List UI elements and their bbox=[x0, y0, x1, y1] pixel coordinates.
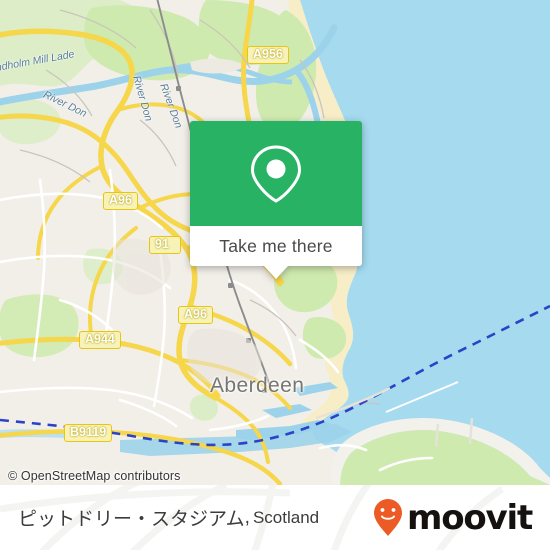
footer-place-name: ピットドリー・スタジアム bbox=[18, 509, 245, 530]
moovit-wordmark: moovit bbox=[406, 497, 533, 538]
popup-card-tail bbox=[264, 266, 288, 279]
map-label-aberdeen: Aberdeen bbox=[210, 374, 305, 397]
road-shield-b9119[interactable]: B9119 bbox=[64, 424, 113, 442]
footer-bar: ピットドリー・スタジアム, Scotland moovit bbox=[0, 485, 550, 550]
road-shield-a96-north[interactable]: A96 bbox=[103, 192, 138, 210]
location-popup-card[interactable]: Take me there bbox=[190, 121, 362, 279]
take-me-there-button[interactable]: Take me there bbox=[190, 226, 362, 279]
location-pin-icon bbox=[250, 144, 302, 203]
footer-region: Scotland bbox=[252, 507, 320, 527]
moovit-map-screenshot: Aberdeen ndholm Mill Lade River Don Rive… bbox=[0, 0, 550, 550]
road-shield-a91[interactable]: 91 bbox=[149, 236, 181, 254]
road-shield-a96-south[interactable]: A96 bbox=[178, 306, 213, 324]
take-me-there-label: Take me there bbox=[219, 235, 333, 256]
popup-card-header bbox=[190, 121, 362, 226]
footer-separator: , bbox=[244, 506, 250, 528]
moovit-smiley-pin-icon bbox=[373, 498, 402, 536]
road-shield-a956[interactable]: A956 bbox=[247, 46, 289, 64]
road-shield-a944[interactable]: A944 bbox=[79, 331, 121, 349]
footer-place-title: ピットドリー・スタジアム, Scotland bbox=[18, 485, 319, 550]
osm-attribution[interactable]: © OpenStreetMap contributors bbox=[8, 469, 181, 483]
moovit-logo[interactable]: moovit bbox=[373, 485, 533, 550]
